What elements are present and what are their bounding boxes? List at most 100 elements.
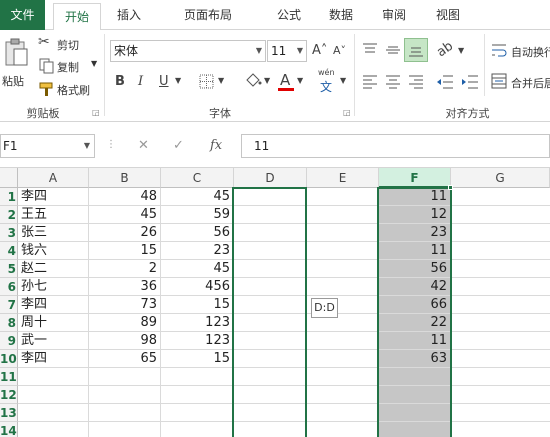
orientation-icon[interactable]: ab xyxy=(434,39,456,61)
worksheet-grid[interactable]: ABCDEFG 1 2 3 4 5 6 7 8 9 10 11 12 13 14 李四 48 45 11 王五 45… xyxy=(0,167,550,437)
font-size-dropdown[interactable]: 11 ▼ xyxy=(267,40,307,62)
cell-a3[interactable]: 张三 xyxy=(18,224,88,242)
orientation-dropdown-icon[interactable]: ▼ xyxy=(458,46,464,55)
cell-c2[interactable]: 59 xyxy=(161,206,233,224)
cell-c7[interactable]: 15 xyxy=(161,296,233,314)
cell-c5[interactable]: 45 xyxy=(161,260,233,278)
row-header-10[interactable]: 10 xyxy=(0,350,18,368)
tab-page-layout[interactable]: 页面布局 xyxy=(162,0,254,30)
cell-c8[interactable]: 123 xyxy=(161,314,233,332)
cell-b2[interactable]: 45 xyxy=(89,206,160,224)
bold-button[interactable]: B xyxy=(115,74,125,89)
cut-button[interactable]: ✂ 剪切 xyxy=(35,32,91,54)
column-header-f[interactable]: F xyxy=(379,168,451,188)
row-header-13[interactable]: 13 xyxy=(0,404,18,422)
row-header-4[interactable]: 4 xyxy=(0,242,18,260)
enter-icon[interactable]: ✓ xyxy=(173,138,184,153)
column-header-g[interactable]: G xyxy=(451,168,550,188)
cell-b1[interactable]: 48 xyxy=(89,188,160,206)
tab-home[interactable]: 开始 xyxy=(53,3,101,31)
row-header-1[interactable]: 1 xyxy=(0,188,18,206)
cell-b8[interactable]: 89 xyxy=(89,314,160,332)
column-header-c[interactable]: C xyxy=(161,168,234,188)
phonetic-guide-button[interactable]: 文 xyxy=(320,78,332,95)
name-box[interactable]: F1 ▼ xyxy=(0,134,95,158)
increase-indent-icon[interactable] xyxy=(461,74,479,90)
wrap-text-button[interactable]: 自动换行 xyxy=(488,39,550,61)
cell-a2[interactable]: 王五 xyxy=(18,206,88,224)
italic-button[interactable]: I xyxy=(138,74,143,89)
align-center-icon[interactable] xyxy=(385,74,401,90)
fill-color-dropdown-icon[interactable]: ▼ xyxy=(264,76,270,85)
cell-b9[interactable]: 98 xyxy=(89,332,160,350)
borders-dropdown-icon[interactable]: ▼ xyxy=(218,76,224,85)
row-header-3[interactable]: 3 xyxy=(0,224,18,242)
clipboard-launcher-icon[interactable]: ◲ xyxy=(92,108,100,117)
row-header-2[interactable]: 2 xyxy=(0,206,18,224)
cell-b10[interactable]: 65 xyxy=(89,350,160,368)
cancel-icon[interactable]: ✕ xyxy=(138,138,149,153)
paste-button[interactable]: 粘贴 xyxy=(0,34,32,92)
merge-center-button[interactable]: 合并后居 xyxy=(488,70,550,92)
shrink-font-icon[interactable]: A˅ xyxy=(333,44,346,57)
align-left-icon[interactable] xyxy=(362,74,378,90)
cell-c9[interactable]: 123 xyxy=(161,332,233,350)
row-header-5[interactable]: 5 xyxy=(0,260,18,278)
row-header-6[interactable]: 6 xyxy=(0,278,18,296)
borders-icon[interactable] xyxy=(199,74,215,90)
cell-b5[interactable]: 2 xyxy=(89,260,160,278)
tab-review[interactable]: 审阅 xyxy=(373,0,415,30)
tab-file[interactable]: 文件 xyxy=(0,0,45,30)
cell-b4[interactable]: 15 xyxy=(89,242,160,260)
font-name-dropdown[interactable]: 宋体 ▼ xyxy=(110,40,266,62)
font-color-button[interactable]: A xyxy=(280,71,290,89)
fill-handle[interactable] xyxy=(448,185,453,190)
cell-b6[interactable]: 36 xyxy=(89,278,160,296)
font-color-dropdown-icon[interactable]: ▼ xyxy=(297,76,303,85)
cell-c4[interactable]: 23 xyxy=(161,242,233,260)
formula-input[interactable]: 11 xyxy=(241,134,550,158)
cell-c3[interactable]: 56 xyxy=(161,224,233,242)
row-header-11[interactable]: 11 xyxy=(0,368,18,386)
cell-c6[interactable]: 456 xyxy=(161,278,233,296)
cell-c1[interactable]: 45 xyxy=(161,188,233,206)
font-launcher-icon[interactable]: ◲ xyxy=(343,108,351,117)
chevron-down-icon[interactable]: ▼ xyxy=(84,135,90,157)
cell-a5[interactable]: 赵二 xyxy=(18,260,88,278)
tab-insert[interactable]: 插入 xyxy=(108,0,150,30)
cell-a6[interactable]: 孙七 xyxy=(18,278,88,296)
grow-font-icon[interactable]: A˄ xyxy=(312,43,327,58)
column-header-d[interactable]: D xyxy=(234,168,307,188)
phonetic-dropdown-icon[interactable]: ▼ xyxy=(340,76,346,85)
align-middle-icon[interactable] xyxy=(385,42,401,58)
decrease-indent-icon[interactable] xyxy=(436,74,454,90)
cell-b3[interactable]: 26 xyxy=(89,224,160,242)
column-header-a[interactable]: A xyxy=(18,168,89,188)
copy-dropdown-icon[interactable]: ▼ xyxy=(91,59,97,68)
cell-a10[interactable]: 李四 xyxy=(18,350,88,368)
column-header-b[interactable]: B xyxy=(89,168,161,188)
align-bottom-button[interactable] xyxy=(404,38,428,62)
fill-color-icon[interactable] xyxy=(244,72,262,90)
tab-view[interactable]: 视图 xyxy=(427,0,469,30)
underline-dropdown-icon[interactable]: ▼ xyxy=(175,76,181,85)
cell-c10[interactable]: 15 xyxy=(161,350,233,368)
format-painter-button[interactable]: 格式刷 xyxy=(35,77,97,99)
row-header-14[interactable]: 14 xyxy=(0,422,18,437)
underline-button[interactable]: U xyxy=(159,74,169,89)
cell-a9[interactable]: 武一 xyxy=(18,332,88,350)
tab-formulas[interactable]: 公式 xyxy=(268,0,310,30)
row-header-9[interactable]: 9 xyxy=(0,332,18,350)
column-header-e[interactable]: E xyxy=(307,168,379,188)
insert-function-button[interactable]: fx xyxy=(210,138,222,153)
copy-button[interactable]: 复制 ▼ xyxy=(35,54,99,76)
cell-b7[interactable]: 73 xyxy=(89,296,160,314)
row-header-8[interactable]: 8 xyxy=(0,314,18,332)
row-header-7[interactable]: 7 xyxy=(0,296,18,314)
cell-a7[interactable]: 李四 xyxy=(18,296,88,314)
align-top-icon[interactable] xyxy=(362,42,378,58)
cell-a1[interactable]: 李四 xyxy=(18,188,88,206)
select-all-corner[interactable] xyxy=(0,168,18,188)
tab-data[interactable]: 数据 xyxy=(320,0,362,30)
align-right-icon[interactable] xyxy=(408,74,424,90)
